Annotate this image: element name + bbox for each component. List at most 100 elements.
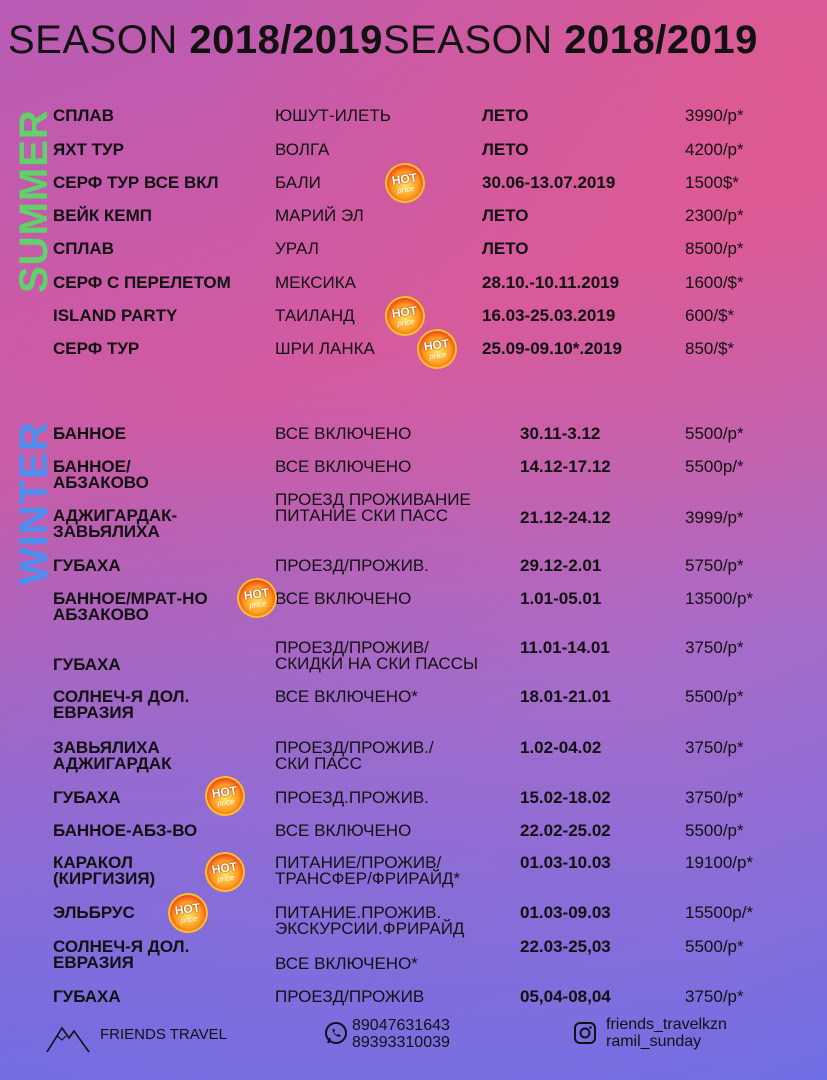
tour-price: 3750/р* [685,738,744,757]
tour-date: 05,04-08,04 [520,987,611,1006]
mountain-logo-icon [46,1026,90,1053]
tour-price: 4200/р* [685,140,744,159]
instagram-icon [574,1022,596,1044]
tour-name: БАННОЕ-АБЗ-ВО [53,821,198,840]
tour-date: 28.10.-10.11.2019 [482,273,620,292]
tour-price: 15500р/* [685,903,754,922]
tour-name: КАРАКОЛ (КИРГИЗИЯ) [53,853,156,888]
tour-place: ВСЕ ВКЛЮЧЕНО* [275,954,418,973]
tour-place: ПИТАНИЕ.ПРОЖИВ. ЭКСКУРСИИ.ФРИРАЙД [275,903,465,938]
tour-name: СОЛНЕЧ-Я ДОЛ. ЕВРАЗИЯ [53,687,190,722]
tour-price: 5750/р* [685,556,744,575]
tour-date: 30.06-13.07.2019 [482,173,616,192]
tour-name: БАННОЕ [53,424,126,443]
tour-price: 5500/р* [685,687,744,706]
tour-name: СПЛАВ [53,106,114,125]
tour-place: ТАИЛАНД [275,306,355,325]
tour-place: ЮШУТ-ИЛЕТЬ [275,106,391,125]
tour-place: ПРОЕЗД/ПРОЖИВ [275,987,425,1006]
tour-place: ВСЕ ВКЛЮЧЕНО [275,424,412,443]
tour-price: 850/$* [685,339,735,358]
tour-price: 5500р/* [685,457,744,476]
tour-date: ЛЕТО [482,206,529,225]
tour-date: 01.03-09.03 [520,903,611,922]
tour-date: 30.11-3.12 [520,424,601,443]
tour-place: ВСЕ ВКЛЮЧЕНО [275,589,412,608]
tour-price: 5500/р* [685,937,744,956]
tour-name: ГУБАХА [53,987,121,1006]
instagram-handle[interactable]: friends_travelkzn [606,1016,727,1033]
tour-place: УРАЛ [275,239,319,258]
tour-place: ВСЕ ВКЛЮЧЕНО* [275,687,418,706]
tour-price: 5500/р* [685,424,744,443]
tour-place: МАРИЙ ЭЛ [275,206,364,225]
phone-numbers: 89047631643 89393310039 [352,1017,450,1051]
brand-name: FRIENDS TRAVEL [100,1026,227,1043]
tour-date: 21.12-24.12 [520,508,611,527]
tour-name: СОЛНЕЧ-Я ДОЛ. ЕВРАЗИЯ [53,937,190,972]
tour-date: 29.12-2.01 [520,556,602,575]
tour-date: ЛЕТО [482,140,529,159]
tour-name: ISLAND PARTY [53,306,178,325]
tour-place: ВОЛГА [275,140,330,159]
phone-number[interactable]: 89393310039 [352,1034,450,1051]
tour-name: СЕРФ С ПЕРЕЛЕТОМ [53,273,231,292]
tour-place: ВСЕ ВКЛЮЧЕНО [275,457,412,476]
tour-date: 22.03-25,03 [520,937,611,956]
tour-price: 1600/$* [685,273,744,292]
tour-name: ГУБАХА [53,655,121,674]
tour-price: 2300/р* [685,206,744,225]
tour-date: 25.09-09.10*.2019 [482,339,622,358]
tour-price: 3999/р* [685,508,744,527]
tour-name: БАННОЕ/МРАТ-НО АБЗАКОВО [53,589,208,624]
tour-name: ГУБАХА [53,556,121,575]
tour-date: ЛЕТО [482,239,529,258]
whatsapp-icon [325,1022,347,1044]
tour-price: 3990/р* [685,106,744,125]
tour-place: ПРОЕЗД ПРОЖИВАНИЕ ПИТАНИЕ СКИ ПАСС [275,490,471,525]
tour-name: СПЛАВ [53,239,114,258]
tour-place: ВСЕ ВКЛЮЧЕНО [275,821,412,840]
tour-price: 600/$* [685,306,735,325]
tour-price: 1500$* [685,173,739,192]
tour-date: 15.02-18.02 [520,788,611,807]
tour-name: БАННОЕ/АБЗАКОВО [53,457,149,492]
tour-name: ЗАВЬЯЛИХА АДЖИГАРДАК [53,738,172,773]
tour-date: 18.01-21.01 [520,687,611,706]
tour-price: 8500/р* [685,239,744,258]
tour-price: 5500/р* [685,821,744,840]
tour-date: 01.03-10.03 [520,853,611,872]
tour-date: ЛЕТО [482,106,529,125]
tour-name: ЭЛЬБРУС [53,903,135,922]
tour-name: ГУБАХА [53,788,121,807]
tour-name: СЕРФ ТУР [53,339,140,358]
tour-date: 22.02-25.02 [520,821,611,840]
tour-price: 19100/р* [685,853,754,872]
tour-place: ШРИ ЛАНКА [275,339,375,358]
tour-name: ВЕЙК КЕМП [53,206,153,225]
tour-date: 1.02-04.02 [520,738,602,757]
tour-price: 3750/р* [685,987,744,1006]
tour-place: ПРОЕЗД.ПРОЖИВ. [275,788,429,807]
tour-date: 1.01-05.01 [520,589,602,608]
tour-price: 3750/р* [685,788,744,807]
summer-section-label: SUMMER [12,109,56,293]
social-accounts: friends_travelkzn ramil_sunday [606,1016,727,1050]
tour-place: БАЛИ [275,173,321,192]
tour-place: ПИТАНИЕ/ПРОЖИВ/ТРАНСФЕР/ФРИРАЙД* [275,853,461,888]
tour-place: ПРОЕЗД/ПРОЖИВ. [275,556,429,575]
tour-place: ПРОЕЗД/ПРОЖИВ./СКИ ПАСС [275,738,434,773]
tour-date: 14.12-17.12 [520,457,611,476]
tour-date: 11.01-14.01 [520,638,610,657]
tour-price: 3750/р* [685,638,744,657]
instagram-handle[interactable]: ramil_sunday [606,1033,727,1050]
tour-place: ПРОЕЗД/ПРОЖИВ/СКИДКИ НА СКИ ПАССЫ [275,638,479,673]
phone-number[interactable]: 89047631643 [352,1017,450,1034]
tour-date: 16.03-25.03.2019 [482,306,616,325]
tour-place: МЕКСИКА [275,273,356,292]
tour-price: 13500/р* [685,589,754,608]
tour-name: АДЖИГАРДАК- ЗАВЬЯЛИХА [53,506,178,541]
winter-section-label: WINTER [12,421,56,585]
tour-name: ЯХТ ТУР [53,140,124,159]
tour-name: СЕРФ ТУР ВСЕ ВКЛ [53,173,219,192]
